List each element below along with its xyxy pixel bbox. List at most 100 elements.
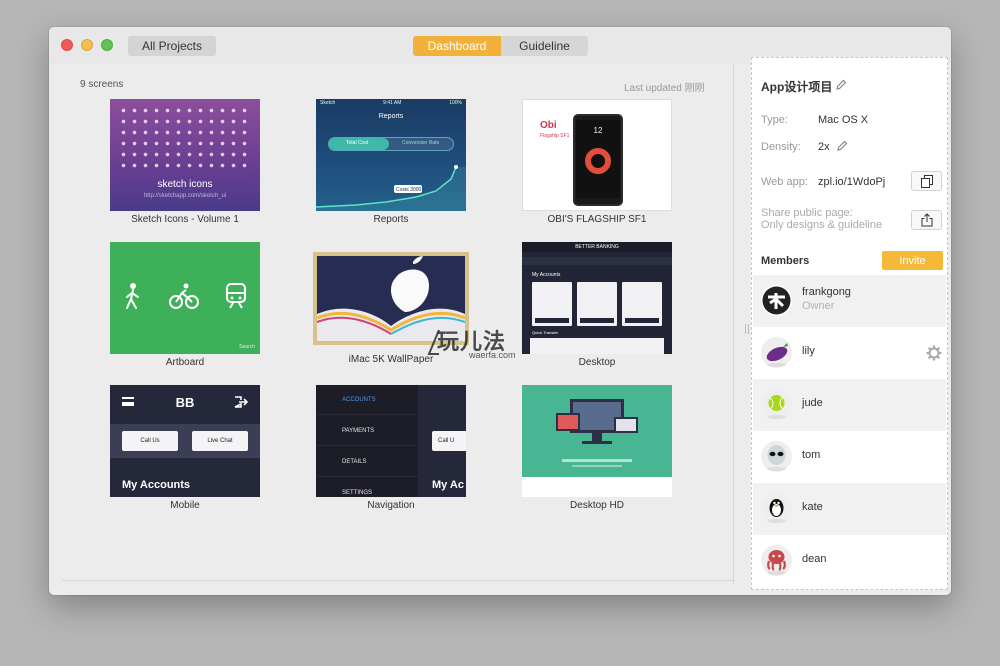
- member-name: frankgong: [802, 286, 851, 298]
- member-row-kate[interactable]: kate: [753, 483, 946, 535]
- screen-thumbnail[interactable]: [522, 385, 672, 497]
- thumb-tag: Costs 3000: [396, 187, 422, 193]
- thumb-subbar: [522, 257, 672, 265]
- screen-thumbnail[interactable]: ACCOUNTS PAYMENTS DETAILS SETTINGS Call …: [316, 385, 466, 497]
- members-title: Members: [761, 255, 810, 267]
- invite-button[interactable]: Invite: [882, 251, 943, 270]
- copy-icon: [920, 174, 933, 188]
- thumb-brand: Obi: [540, 120, 557, 131]
- thumb-menu-item: DETAILS: [316, 447, 418, 477]
- webapp-url[interactable]: zpl.io/1WdoPj: [818, 176, 885, 188]
- member-row-frankgong[interactable]: frankgong Owner: [753, 275, 946, 327]
- project-title: App设计项目: [761, 80, 833, 94]
- thumb-segment-on-label: Total Cost: [346, 140, 369, 146]
- screen-name: iMac 5K WallPaper: [348, 354, 434, 365]
- thumb-title: sketch icons: [157, 179, 213, 190]
- type-value: Mac OS X: [818, 114, 869, 126]
- member-name: kate: [802, 501, 823, 513]
- screen-card-navigation[interactable]: ACCOUNTS PAYMENTS DETAILS SETTINGS Call …: [316, 385, 466, 511]
- member-row-jude[interactable]: jude: [753, 379, 946, 431]
- all-projects-button[interactable]: All Projects: [128, 36, 216, 56]
- share-public-page-label: Share public page: Only designs & guidel…: [761, 207, 882, 231]
- alien-icon: [761, 441, 792, 472]
- member-role: Owner: [802, 300, 835, 312]
- tab-dashboard[interactable]: Dashboard: [413, 36, 501, 56]
- screen-name: Reports: [373, 214, 409, 225]
- member-row-dean[interactable]: dean: [753, 535, 946, 587]
- screens-count: 9 screens: [80, 79, 124, 90]
- thumb-search-label: Search: [239, 344, 255, 350]
- last-updated: Last updated 刚刚: [624, 83, 705, 94]
- project-info-panel: App设计项目 Type: Mac OS X Density: 2x Web a…: [751, 57, 948, 590]
- pane-divider[interactable]: [733, 64, 734, 584]
- thumb-call-label: Call U: [438, 438, 455, 444]
- thumb-battery: 100%: [449, 100, 462, 106]
- screen-card-artboard[interactable]: Search Artboard: [110, 242, 260, 368]
- zoom-window-button[interactable]: [101, 39, 113, 51]
- density-value: 2x: [818, 141, 830, 153]
- thumb-accounts-label: My Accounts: [532, 272, 561, 278]
- thumb-title: Reports: [378, 113, 404, 120]
- pane-divider-handle[interactable]: [745, 324, 749, 334]
- screen-thumbnail[interactable]: Search: [110, 242, 260, 354]
- imac-wallpaper-art: [317, 256, 465, 341]
- screen-thumbnail[interactable]: BETTER BANKING My Accounts Quick Transfe…: [522, 242, 672, 354]
- tab-guideline[interactable]: Guideline: [501, 36, 588, 56]
- train-icon: [225, 283, 246, 309]
- screen-thumbnail[interactable]: sketch icons http://sketchapp.com/sketch…: [110, 99, 260, 211]
- thumb-account-card: [532, 282, 572, 326]
- share-icon: [921, 213, 932, 227]
- thumb-time: 9:41 AM: [383, 100, 402, 106]
- screen-card-sketch-icons[interactable]: sketch icons http://sketchapp.com/sketch…: [110, 99, 260, 225]
- copy-link-button[interactable]: [911, 171, 942, 191]
- screen-thumbnail[interactable]: Sketch 9:41 AM 100% Reports Total Cost C…: [316, 99, 466, 211]
- thumb-subtitle: http://sketchapp.com/sketch_ui: [143, 193, 227, 199]
- screen-card-desktop[interactable]: BETTER BANKING My Accounts Quick Transfe…: [522, 242, 672, 368]
- screen-card-reports[interactable]: Sketch 9:41 AM 100% Reports Total Cost C…: [316, 99, 466, 225]
- tennis-ball-icon: [761, 389, 792, 420]
- thumb-account-card: [622, 282, 662, 326]
- screen-name: Mobile: [170, 500, 200, 511]
- devices-illustration: [556, 399, 638, 444]
- screen-card-imac[interactable]: iMac 5K WallPaper: [313, 252, 469, 365]
- screen-thumbnail[interactable]: Obi Flagship SF1 12: [522, 99, 672, 211]
- thumb-clock: 12: [593, 126, 603, 135]
- thumb-title: BETTER BANKING: [522, 242, 672, 252]
- screen-card-mobile[interactable]: BB Call Us Live Chat My Accounts Mobile: [110, 385, 260, 511]
- ring-graphic: [585, 148, 611, 174]
- screen-name: Artboard: [165, 357, 205, 368]
- thumb-brand-sub: Flagship SF1: [540, 133, 570, 139]
- thumb-menu-item: ACCOUNTS: [316, 385, 418, 415]
- screen-name: OBI'S FLAGSHIP SF1: [547, 214, 647, 225]
- member-row-tom[interactable]: tom: [753, 431, 946, 483]
- screen-card-desktop-hd[interactable]: Desktop HD: [522, 385, 672, 511]
- walk-icon: [126, 283, 140, 309]
- thumb-segment-off-label: Conversion Rate: [402, 140, 440, 146]
- minimize-window-button[interactable]: [81, 39, 93, 51]
- thumb-account-card: [577, 282, 617, 326]
- thumb-call-button: Call Us: [122, 431, 178, 451]
- member-row-lily[interactable]: lily: [753, 327, 946, 379]
- bike-icon: [168, 283, 199, 309]
- webapp-label: Web app:: [761, 176, 808, 188]
- thumb-menu-item: PAYMENTS: [316, 416, 418, 446]
- close-window-button[interactable]: [61, 39, 73, 51]
- edit-title-icon[interactable]: [836, 79, 847, 90]
- screen-card-obi[interactable]: Obi Flagship SF1 12 OBI'S FLAGSHIP SF1: [522, 99, 672, 225]
- screen-name: Desktop HD: [570, 500, 624, 511]
- thumb-call-label: Call Us: [140, 438, 160, 444]
- thumb-menu-item: SETTINGS: [316, 478, 418, 497]
- gear-icon[interactable]: [926, 345, 942, 361]
- share-button[interactable]: [911, 210, 942, 230]
- screen-thumbnail[interactable]: [313, 252, 469, 345]
- thumb-chat-label: Live Chat: [207, 438, 233, 444]
- thumb-carrier: Sketch: [320, 100, 336, 106]
- thumb-side-menu: ACCOUNTS PAYMENTS DETAILS SETTINGS: [316, 385, 418, 497]
- density-label: Density:: [761, 141, 801, 153]
- thumb-accounts-title: My Ac: [432, 479, 464, 491]
- member-name: lily: [802, 345, 815, 357]
- edit-density-icon[interactable]: [837, 140, 848, 151]
- screen-thumbnail[interactable]: BB Call Us Live Chat My Accounts: [110, 385, 260, 497]
- thumb-content-peek: Call U My Ac: [418, 385, 466, 497]
- thumb-text-line: [572, 465, 622, 467]
